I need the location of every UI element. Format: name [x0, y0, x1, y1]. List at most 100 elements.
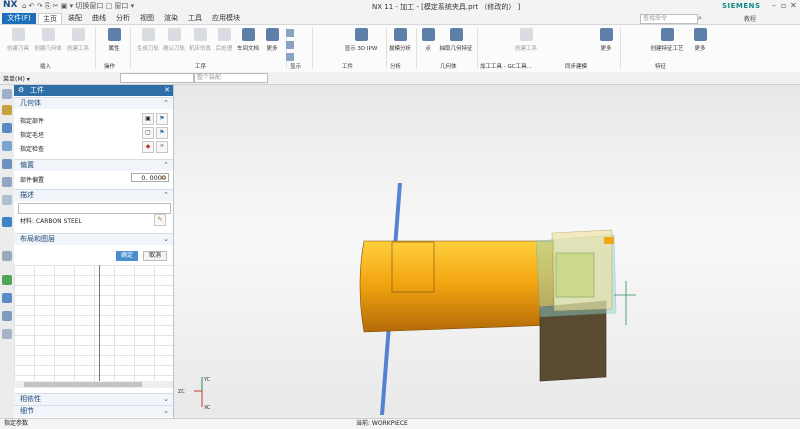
select-blank-icon[interactable]: ▢: [142, 127, 154, 139]
palette-icon[interactable]: [2, 275, 12, 285]
display-icon[interactable]: [286, 41, 294, 49]
group-label-display: 显示: [290, 64, 302, 70]
assembly-scope-select[interactable]: 整个装配: [194, 73, 268, 83]
group-label-feature: 特征: [655, 64, 667, 70]
create-tool-button[interactable]: 创建刀具: [2, 28, 34, 52]
ribbon-separator: [95, 28, 96, 68]
draft-analysis-button[interactable]: 拔模分析: [384, 28, 416, 52]
edit-material-icon[interactable]: ✎: [154, 214, 166, 226]
dialog-header: ⚙ 工件 ✕: [14, 85, 173, 96]
window-title: NX 11 - 加工 - [模定系统夹具.prt （修改的） ]: [372, 3, 521, 11]
more-button-sync[interactable]: 更多: [594, 28, 618, 52]
display-blank-icon[interactable]: ⚑: [156, 127, 168, 139]
type-filter-select[interactable]: [120, 73, 194, 83]
section-dependencies-label: 相依性: [20, 395, 41, 403]
section-layout[interactable]: 布局和图层 ⌄: [14, 233, 173, 245]
create-tool-icon: [11, 28, 25, 41]
extract-geometry-icon: [449, 28, 463, 41]
create-feature-process-button[interactable]: 创建特征工艺: [646, 28, 688, 52]
display-part-icon[interactable]: ⚑: [156, 113, 168, 125]
settings-icon[interactable]: [2, 89, 12, 99]
group-label-sync-modeling: 同步建模: [565, 64, 588, 70]
dialog-title: 工件: [30, 86, 44, 94]
assembly-navigator-icon[interactable]: [2, 141, 12, 151]
graphics-window[interactable]: ZC YC XC: [174, 85, 800, 415]
section-offset[interactable]: 偏置 ⌃: [14, 159, 173, 171]
help-link[interactable]: 教程: [744, 14, 756, 23]
section-dependencies[interactable]: 相依性 ⌄: [14, 393, 173, 405]
system-materials-icon[interactable]: [2, 329, 12, 339]
part-cylinder[interactable]: [359, 240, 555, 333]
section-geometry[interactable]: 几何体 ⌃: [14, 97, 173, 109]
create-geometry-icon: [41, 28, 55, 41]
cancel-button[interactable]: 取消: [143, 251, 167, 261]
more-icon: [693, 28, 707, 41]
group-label-analysis: 分析: [390, 64, 402, 70]
select-part-icon[interactable]: ▣: [142, 113, 154, 125]
section-description[interactable]: 描述 ⌃: [14, 189, 173, 201]
tab-render[interactable]: 渲染: [160, 13, 182, 24]
workpiece-highlight[interactable]: [555, 252, 595, 298]
tab-application[interactable]: 应用模块: [208, 13, 244, 24]
section-details[interactable]: 细节 ⌄: [14, 405, 173, 417]
group-label-insert: 插入: [40, 64, 52, 70]
horizontal-scrollbar[interactable]: [14, 381, 173, 388]
collapse-icon: ⌃: [163, 191, 169, 199]
dialog-close-icon[interactable]: ✕: [164, 85, 170, 96]
tab-curve[interactable]: 曲线: [88, 13, 110, 24]
extract-geometry-button[interactable]: 抽取几何特征: [436, 28, 476, 52]
menu-button[interactable]: 菜单(M) ▾: [3, 74, 30, 83]
tab-view[interactable]: 视图: [136, 13, 158, 24]
section-description-label: 描述: [20, 191, 34, 199]
column-divider: [99, 265, 100, 381]
tab-assembly[interactable]: 装配: [64, 13, 86, 24]
expand-icon: ⌄: [163, 407, 169, 415]
feature-navigator-icon[interactable]: [2, 159, 12, 169]
machine-navigator-icon[interactable]: [2, 123, 12, 133]
dialog-gear-icon[interactable]: ⚙: [18, 85, 24, 96]
description-input[interactable]: [18, 203, 171, 214]
roles-icon[interactable]: [2, 195, 12, 205]
show-3d-ipw-button[interactable]: 显示 3D IPW: [338, 28, 384, 52]
ok-button[interactable]: 确定: [116, 251, 138, 261]
generate-toolpath-icon: [141, 28, 155, 41]
operation-navigator-icon[interactable]: [2, 105, 12, 115]
command-search-input[interactable]: 查找命令: [640, 14, 698, 24]
create-geometry-button[interactable]: 创建几何体: [32, 28, 64, 52]
more-button-feature[interactable]: 更多: [688, 28, 712, 52]
tab-tools[interactable]: 工具: [184, 13, 206, 24]
select-check-icon[interactable]: ◆: [142, 141, 154, 153]
history-icon[interactable]: [2, 251, 12, 261]
close-icon[interactable]: ✕: [790, 1, 797, 10]
resource-bar: [0, 85, 15, 415]
lock-icon[interactable]: ⌂: [161, 173, 165, 181]
minimize-icon[interactable]: –: [772, 1, 776, 10]
section-details-label: 细节: [20, 407, 34, 415]
quick-access-toolbar[interactable]: ⌂ ↶ ↷ ⎘ ✂ ▣ ▾ 切换窗口 □ 窗口 ▾: [22, 1, 134, 11]
file-menu-button[interactable]: 文件(F): [2, 13, 36, 24]
properties-button[interactable]: 属性: [98, 28, 130, 52]
process-studio-icon[interactable]: [2, 293, 12, 303]
specify-part-label: 指定部件: [20, 118, 45, 125]
tool-library-icon[interactable]: [2, 311, 12, 321]
web-browser-icon[interactable]: [2, 217, 12, 227]
create-operation-button[interactable]: 创建工序: [62, 28, 94, 52]
display-check-icon[interactable]: ⚑: [156, 141, 168, 153]
group-label-gc-tools: 加工工具 - GC工具...: [480, 64, 532, 70]
display-icon[interactable]: [286, 53, 294, 61]
siemens-logo: SIEMENS: [722, 2, 761, 10]
display-icon[interactable]: [286, 29, 294, 37]
scrollbar-thumb[interactable]: [24, 382, 142, 387]
model-view[interactable]: ZC YC XC: [174, 85, 800, 415]
triad-label-zc: ZC: [178, 389, 185, 395]
create-operation-button-2[interactable]: 创建工序: [510, 28, 542, 52]
ipw-icon: [354, 28, 368, 41]
maximize-icon[interactable]: ▫: [781, 1, 786, 10]
material-label: 材料: CARBON STEEL: [20, 218, 82, 225]
reuse-library-icon[interactable]: [2, 177, 12, 187]
tab-analysis[interactable]: 分析: [112, 13, 134, 24]
postprocess-icon: [217, 28, 231, 41]
ribbon-separator: [312, 28, 313, 68]
more-button-operations[interactable]: 更多: [256, 28, 288, 52]
search-icon[interactable]: ⌕: [698, 14, 702, 23]
